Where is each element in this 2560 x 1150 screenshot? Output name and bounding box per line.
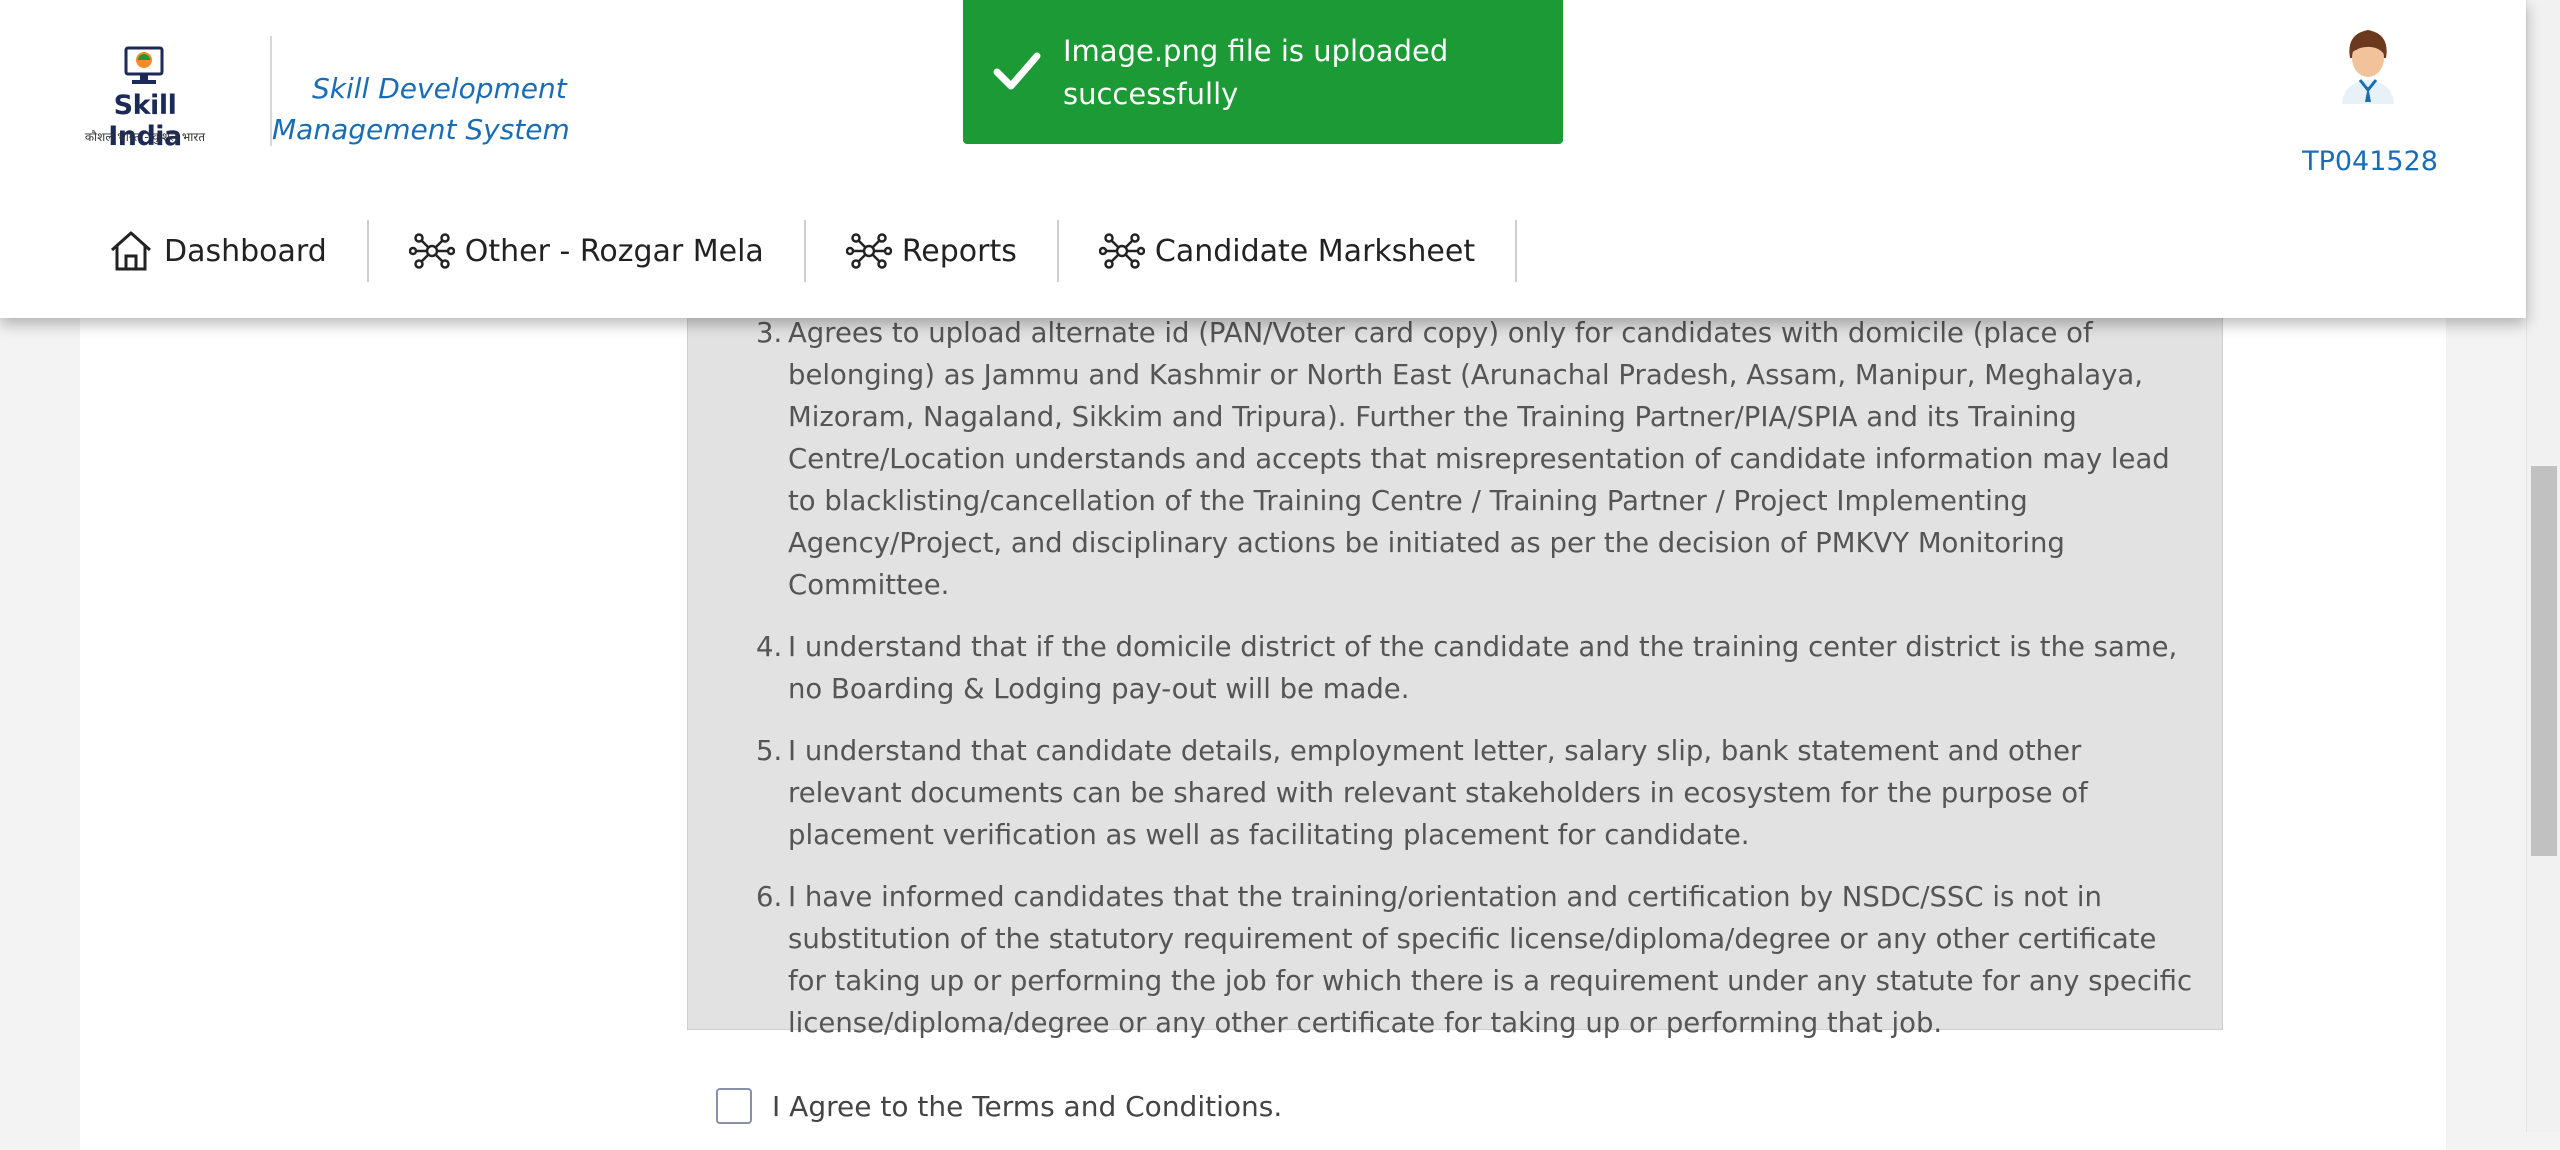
nav-other-rozgar-mela-label: Other - Rozgar Mela <box>464 233 764 269</box>
nav-reports-label: Reports <box>901 233 1017 269</box>
upload-success-toast[interactable]: Image.png file is uploaded successfully <box>963 0 1563 144</box>
terms-list: 3. Agrees to upload alternate id (PAN/Vot… <box>756 312 2198 1064</box>
terms-item-text: Agrees to upload alternate id (PAN/Voter… <box>788 317 2170 601</box>
main-nav: Dashboard Other - Rozgar Mela Reports Ca… <box>104 220 1518 282</box>
terms-item: 4. I understand that if the domicile dist… <box>756 626 2198 710</box>
terms-item-number: 3. <box>756 317 783 349</box>
terms-item-text: I understand that if the domicile distri… <box>788 631 2178 705</box>
agree-terms-row[interactable]: I Agree to the Terms and Conditions. <box>716 1088 1282 1124</box>
page-scrollbar[interactable] <box>2526 0 2560 1132</box>
terms-item-text: I understand that candidate details, emp… <box>788 735 2088 851</box>
scrollbar-thumb[interactable] <box>2531 466 2557 856</box>
network-icon <box>408 233 455 269</box>
terms-box: 3. Agrees to upload alternate id (PAN/Vot… <box>687 290 2223 1039</box>
skill-india-logo[interactable]: Skill India कौशल भारत - कुशल भारत <box>80 38 210 152</box>
home-icon <box>110 231 152 271</box>
toast-message: Image.png file is uploaded successfully <box>1063 34 1449 111</box>
terms-item-number: 4. <box>756 631 783 663</box>
nav-dashboard-label: Dashboard <box>164 233 327 269</box>
nav-other-rozgar-mela[interactable]: Other - Rozgar Mela <box>369 220 806 282</box>
agree-terms-label[interactable]: I Agree to the Terms and Conditions. <box>772 1090 1282 1123</box>
logo-tagline: कौशल भारत - कुशल भारत <box>84 130 206 144</box>
user-id[interactable]: TP041528 <box>2290 146 2450 177</box>
nav-candidate-marksheet-label: Candidate Marksheet <box>1154 233 1476 269</box>
check-icon <box>993 52 1041 90</box>
terms-item: 5. I understand that candidate details, e… <box>756 730 2198 856</box>
terms-item-number: 5. <box>756 735 783 767</box>
app-title: Skill Development Management System <box>272 72 570 146</box>
nav-candidate-marksheet[interactable]: Candidate Marksheet <box>1059 220 1518 282</box>
terms-item: 3. Agrees to upload alternate id (PAN/Vot… <box>756 312 2198 606</box>
network-icon <box>845 233 892 269</box>
skill-india-emblem-icon <box>124 46 164 84</box>
network-icon <box>1098 233 1145 269</box>
agree-terms-checkbox[interactable] <box>716 1088 752 1124</box>
terms-item-number: 6. <box>756 881 783 913</box>
nav-reports[interactable]: Reports <box>806 220 1059 282</box>
user-avatar-icon <box>2342 30 2394 104</box>
terms-item-text: I have informed candidates that the trai… <box>788 881 2193 1039</box>
nav-dashboard[interactable]: Dashboard <box>104 220 369 282</box>
terms-item: 6. I have informed candidates that the tr… <box>756 876 2198 1044</box>
user-profile[interactable]: TP041528 <box>2290 24 2450 177</box>
